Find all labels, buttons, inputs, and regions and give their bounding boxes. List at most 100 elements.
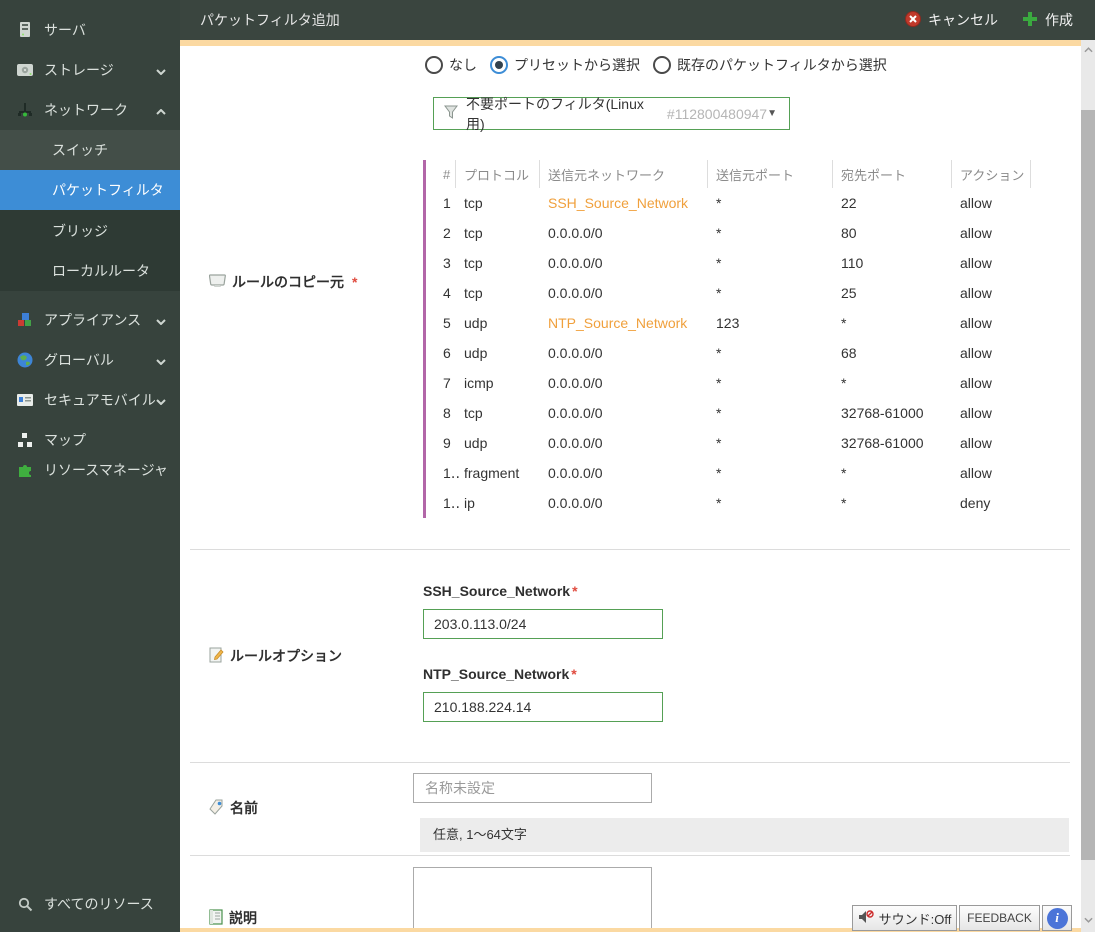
rule-number-cell: 8 [443,405,451,421]
protocol-cell: tcp [464,405,483,421]
scrollbar-thumb[interactable] [1081,110,1095,860]
sidebar-item-global[interactable]: グローバル [0,340,180,380]
required-asterisk: * [352,274,358,290]
header: パケットフィルタ追加 キャンセル 作成 [180,0,1095,40]
rule-number-cell: 3 [443,255,451,271]
header-actions: キャンセル 作成 [905,10,1073,30]
vertical-scrollbar [1081,40,1095,932]
source-port-cell: * [716,495,722,511]
source-network-cell: 0.0.0.0/0 [548,405,603,421]
sidebar-item-resource-manager[interactable]: リソースマネージャ [0,450,180,490]
globe-icon [16,351,34,369]
source-network-cell: 0.0.0.0/0 [548,495,603,511]
field-label: NTP_Source_Network * [423,666,577,682]
action-cell: allow [960,285,992,301]
sidebar-item-packet-filter[interactable]: パケットフィルタ [0,170,180,210]
preset-select-value: 不要ポートのフィルタ(Linux用) [466,95,644,132]
ssh-source-network-input[interactable] [423,609,663,639]
sidebar: サーバ ストレージ ネットワーク スイッチ パケットフィルタ ブリッジ ローカル… [0,0,180,932]
sidebar-item-network[interactable]: ネットワーク [0,90,180,130]
caret-down-icon: ▼ [767,108,777,119]
sidebar-item-server[interactable]: サーバ [0,10,180,50]
dest-port-cell: 32768-61000 [841,435,924,451]
protocol-cell: udp [464,435,488,451]
cancel-button[interactable]: キャンセル [905,10,998,30]
table-row: 1‥ fragment 0.0.0.0/0 * * allow [435,458,1035,488]
info-button[interactable]: i [1042,905,1072,931]
sidebar-item-appliance[interactable]: アプライアンス [0,300,180,340]
column-header: アクション [952,160,1031,188]
table-row: 1 tcp SSH_Source_Network * 22 allow [435,188,1035,218]
dest-port-cell: 80 [841,225,857,241]
packet-filter-add-page: サーバ ストレージ ネットワーク スイッチ パケットフィルタ ブリッジ ローカル… [0,0,1095,932]
protocol-cell: icmp [464,375,494,391]
action-cell: allow [960,375,992,391]
dest-port-cell: 110 [841,255,864,271]
scroll-up-arrow[interactable] [1081,42,1095,58]
source-network-cell: SSH_Source_Network [548,195,689,211]
column-header: # [435,160,456,188]
sidebar-item-label: アプライアンス [44,312,142,328]
filter-icon [444,105,458,122]
rules-table-header: # プロトコル 送信元ネットワーク 送信元ポート 宛先ポート アクション [435,160,1035,188]
column-header: 宛先ポート [833,160,952,188]
dest-port-cell: 32768-61000 [841,405,924,421]
table-row: 2 tcp 0.0.0.0/0 * 80 allow [435,218,1035,248]
sidebar-item-label: セキュアモバイル [44,392,156,408]
sidebar-item-label: グローバル [44,352,114,368]
name-input[interactable] [413,773,652,803]
name-hint: 任意, 1〜64文字 [420,818,1069,852]
sound-toggle-button[interactable]: サウンド:Off [852,905,957,931]
source-network-cell: 0.0.0.0/0 [548,465,603,481]
radio-none[interactable]: なし [425,55,477,75]
sidebar-item-storage[interactable]: ストレージ [0,50,180,90]
cancel-icon [905,10,921,30]
notebook-icon [209,908,223,928]
action-cell: allow [960,195,992,211]
rule-number-cell: 5 [443,315,451,331]
server-icon [16,21,34,39]
chevron-up-icon [156,102,166,118]
dest-port-cell: * [841,315,847,331]
radio-existing[interactable]: 既存のパケットフィルタから選択 [653,55,887,75]
radio-selected-icon [490,56,508,74]
copy-source-radio-group: なし プリセットから選択 既存のパケットフィルタから選択 [425,52,887,78]
required-asterisk: * [572,583,578,599]
preset-filter-select[interactable]: 不要ポートのフィルタ(Linux用) #112800480947 ▼ [433,96,790,132]
rule-number-cell: 4 [443,285,451,301]
source-network-cell: 0.0.0.0/0 [548,225,603,241]
sidebar-item-switch[interactable]: スイッチ [0,130,180,170]
source-port-cell: * [716,375,722,391]
source-port-cell: * [716,225,722,241]
sound-off-icon [858,909,874,927]
section-divider [190,549,1070,550]
radio-circle-icon [653,56,671,74]
sidebar-item-bridge[interactable]: ブリッジ [0,211,180,251]
description-field-label: 説明 [209,908,257,928]
description-textarea[interactable] [413,867,652,931]
ntp-source-network-input[interactable] [423,692,663,722]
radio-preset[interactable]: プリセットから選択 [490,55,640,75]
protocol-cell: tcp [464,195,483,211]
protocol-cell: udp [464,315,488,331]
action-cell: allow [960,465,992,481]
table-row: 8 tcp 0.0.0.0/0 * 32768-61000 allow [435,398,1035,428]
column-header: プロトコル [456,160,540,188]
feedback-label: FEEDBACK [967,911,1032,925]
sidebar-item-secure-mobile[interactable]: セキュアモバイル [0,380,180,420]
sidebar-item-local-router[interactable]: ローカルルータ [0,251,180,291]
table-row: 1‥ ip 0.0.0.0/0 * * deny [435,488,1035,518]
storage-icon [16,61,34,79]
sidebar-item-all-resources[interactable]: すべてのリソース [0,884,180,924]
rule-number-cell: 6 [443,345,451,361]
table-row: 4 tcp 0.0.0.0/0 * 25 allow [435,278,1035,308]
action-cell: allow [960,225,992,241]
feedback-button[interactable]: FEEDBACK [959,905,1040,931]
scroll-down-arrow[interactable] [1081,912,1095,928]
chevron-down-icon [156,62,166,78]
create-button[interactable]: 作成 [1022,10,1073,30]
plus-icon [1022,11,1038,30]
radio-label: 既存のパケットフィルタから選択 [677,57,887,73]
dest-port-cell: * [841,465,847,481]
puzzle-icon [16,461,34,479]
